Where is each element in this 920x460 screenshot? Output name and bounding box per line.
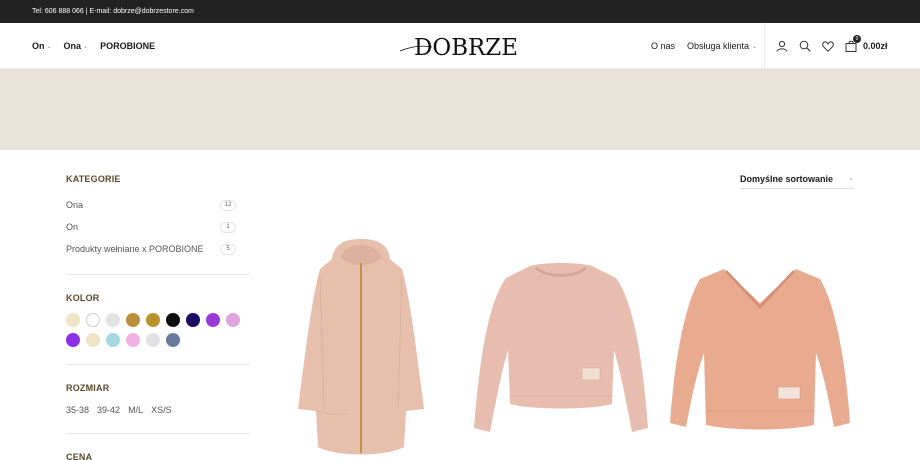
product-image-hooded-zip-dress[interactable] bbox=[290, 237, 432, 459]
nav-item-label: POROBIONE bbox=[100, 41, 156, 51]
color-swatch[interactable] bbox=[86, 333, 100, 347]
nav-item-label: Ona bbox=[63, 41, 82, 51]
color-swatch[interactable] bbox=[86, 313, 100, 327]
category-count: 1 bbox=[220, 221, 236, 233]
category-item-on[interactable]: On 1 bbox=[66, 216, 250, 238]
chevron-down-icon: ⌄ bbox=[848, 175, 854, 182]
logo[interactable]: DOBRZE bbox=[398, 32, 522, 60]
size-option[interactable]: 35-38 bbox=[66, 405, 89, 415]
user-icon[interactable] bbox=[775, 40, 788, 53]
size-options: 35-38 39-42 M/L XS/S bbox=[66, 405, 250, 415]
nav-item-customer-service[interactable]: Obsługa klienta ⌄ bbox=[687, 41, 757, 51]
price-title: CENA bbox=[66, 452, 93, 460]
color-swatch[interactable] bbox=[146, 333, 160, 347]
category-label: On bbox=[66, 222, 79, 232]
sort-label: Domyślne sortowanie bbox=[740, 174, 834, 184]
color-swatch[interactable] bbox=[126, 313, 140, 327]
color-swatch[interactable] bbox=[166, 313, 180, 327]
chevron-down-icon: ⌄ bbox=[752, 43, 758, 50]
color-swatches bbox=[66, 313, 250, 347]
category-list: Ona 12 On 1 Produkty wełniane x POROBION… bbox=[66, 194, 250, 260]
color-swatch[interactable] bbox=[66, 333, 80, 347]
cart-count-badge: 0 bbox=[853, 34, 861, 43]
nav-item-on[interactable]: On ⌄ bbox=[32, 41, 52, 51]
category-label: Produkty wełniane x POROBIONE bbox=[66, 244, 204, 254]
size-title: ROZMIAR bbox=[66, 383, 110, 393]
hero-banner bbox=[0, 69, 920, 150]
category-item-wool-products[interactable]: Produkty wełniane x POROBIONE 5 bbox=[66, 238, 250, 260]
nav-item-label: On bbox=[32, 41, 45, 51]
cart-total: 0.00zł bbox=[863, 41, 888, 51]
secondary-nav: O nas Obsługa klienta ⌄ bbox=[651, 23, 757, 69]
nav-item-ona[interactable]: Ona ⌄ bbox=[64, 41, 89, 51]
color-swatch[interactable] bbox=[226, 313, 240, 327]
color-swatch[interactable] bbox=[146, 313, 160, 327]
color-swatch[interactable] bbox=[126, 333, 140, 347]
chevron-down-icon: ⌄ bbox=[46, 43, 52, 50]
site-header: On ⌄ Ona ⌄ POROBIONE DOBRZE O nas Obsług… bbox=[0, 23, 920, 69]
category-item-ona[interactable]: Ona 12 bbox=[66, 194, 250, 216]
logo-text: DOBRZE bbox=[414, 35, 518, 60]
heart-icon[interactable] bbox=[821, 40, 834, 53]
size-option[interactable]: XS/S bbox=[151, 405, 172, 415]
color-swatch[interactable] bbox=[106, 313, 120, 327]
filters-sidebar: KATEGORIE Ona 12 On 1 Produkty wełniane … bbox=[66, 150, 250, 460]
bag-icon[interactable]: 0 bbox=[844, 34, 861, 53]
color-swatch[interactable] bbox=[206, 313, 220, 327]
main-nav: On ⌄ Ona ⌄ POROBIONE bbox=[32, 23, 155, 69]
sort-select[interactable]: Domyślne sortowanie ⌄ bbox=[740, 174, 854, 189]
contact-info: Tel: 606 888 066 | E-mail: dobrze@dobrze… bbox=[32, 8, 194, 15]
product-image-vneck-sweatshirt[interactable] bbox=[668, 265, 852, 431]
categories-title: KATEGORIE bbox=[66, 174, 121, 184]
color-swatch[interactable] bbox=[66, 313, 80, 327]
color-swatch[interactable] bbox=[106, 333, 120, 347]
color-swatch[interactable] bbox=[186, 313, 200, 327]
chevron-down-icon: ⌄ bbox=[83, 43, 89, 50]
product-image-crewneck-sweatshirt[interactable] bbox=[470, 260, 652, 436]
header-divider bbox=[764, 23, 765, 69]
cart[interactable]: 0 0.00zł bbox=[844, 34, 888, 53]
top-bar: Tel: 606 888 066 | E-mail: dobrze@dobrze… bbox=[0, 0, 920, 23]
size-option[interactable]: 39-42 bbox=[97, 405, 120, 415]
search-icon[interactable] bbox=[798, 40, 811, 53]
color-swatch[interactable] bbox=[166, 333, 180, 347]
color-title: KOLOR bbox=[66, 293, 100, 303]
nav-item-about[interactable]: O nas bbox=[651, 41, 675, 51]
category-count: 5 bbox=[220, 243, 236, 255]
category-count: 12 bbox=[220, 199, 236, 211]
category-label: Ona bbox=[66, 200, 84, 210]
nav-item-label: Obsługa klienta bbox=[687, 41, 750, 51]
nav-item-label: O nas bbox=[651, 41, 676, 51]
nav-item-porobione[interactable]: POROBIONE bbox=[100, 41, 155, 51]
size-option[interactable]: M/L bbox=[128, 405, 143, 415]
header-icons: 0 0.00zł bbox=[775, 23, 888, 69]
